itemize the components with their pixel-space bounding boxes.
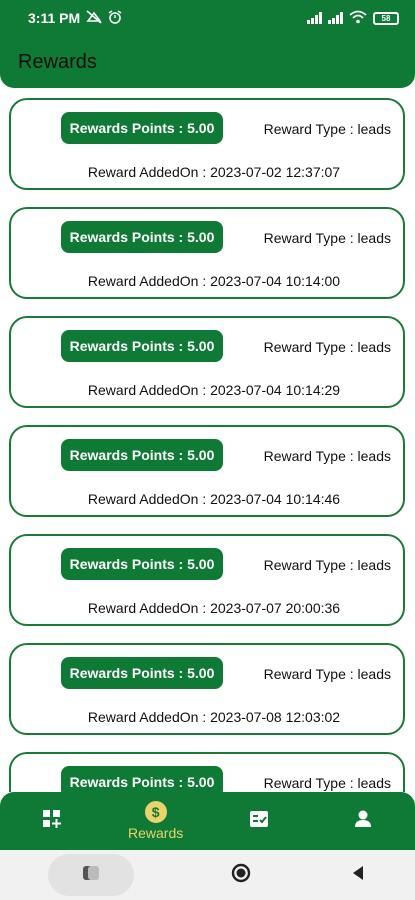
reward-added-on: Reward AddedOn : 2023-07-08 12:03:02 [87, 709, 341, 725]
battery-icon: 58 [373, 11, 399, 25]
reward-added-on: Reward AddedOn : 2023-07-04 10:14:00 [87, 273, 341, 289]
reward-points-badge: Rewards Points : 5.00 [61, 657, 223, 689]
signal-icon [307, 12, 322, 24]
reward-added-on: Reward AddedOn : 2023-07-02 12:37:07 [87, 164, 341, 180]
recent-apps-button[interactable] [48, 854, 135, 896]
recent-apps-icon [81, 864, 101, 887]
no-disturb-icon [86, 9, 102, 27]
status-time: 3:11 PM [28, 10, 81, 26]
reward-added-on: Reward AddedOn : 2023-07-07 20:00:36 [87, 600, 341, 616]
nav-label-rewards: Rewards [128, 825, 184, 841]
alarm-icon [108, 9, 122, 27]
reward-added-on: Reward AddedOn : 2023-07-04 10:14:29 [87, 382, 341, 398]
reward-card[interactable]: Rewards Points : 5.00 Reward Type : lead… [9, 752, 405, 792]
reward-added-on: Reward AddedOn : 2023-07-04 10:14:46 [87, 491, 341, 507]
reward-points-badge: Rewards Points : 5.00 [61, 766, 223, 792]
status-left: 3:11 PM [28, 9, 122, 27]
bottom-nav: $ Rewards [0, 792, 415, 850]
reward-card[interactable]: Rewards Points : 5.00 Reward Type : lead… [9, 207, 405, 299]
reward-card[interactable]: Rewards Points : 5.00 Reward Type : lead… [9, 425, 405, 517]
nav-item-profile[interactable] [313, 792, 413, 850]
reward-type: Reward Type : leads [263, 666, 391, 682]
page-title: Rewards [18, 50, 97, 73]
reward-points-badge: Rewards Points : 5.00 [61, 221, 223, 253]
home-button[interactable] [230, 862, 252, 889]
nav-item-checklist[interactable] [209, 792, 309, 850]
reward-card[interactable]: Rewards Points : 5.00 Reward Type : lead… [9, 316, 405, 408]
reward-type: Reward Type : leads [263, 121, 391, 137]
profile-icon [352, 808, 374, 835]
app-bar: Rewards [0, 36, 415, 88]
reward-type: Reward Type : leads [263, 339, 391, 355]
reward-points-badge: Rewards Points : 5.00 [61, 330, 223, 362]
reward-type: Reward Type : leads [263, 448, 391, 464]
reward-card[interactable]: Rewards Points : 5.00 Reward Type : lead… [9, 643, 405, 735]
reward-type: Reward Type : leads [263, 557, 391, 573]
reward-card[interactable]: Rewards Points : 5.00 Reward Type : lead… [9, 534, 405, 626]
home-icon [230, 863, 252, 888]
reward-points-badge: Rewards Points : 5.00 [61, 548, 223, 580]
wifi-icon [349, 10, 367, 27]
reward-type: Reward Type : leads [263, 230, 391, 246]
dashboard-add-icon [41, 808, 63, 835]
checklist-icon [248, 808, 270, 835]
nav-item-rewards[interactable]: $ Rewards [106, 792, 206, 850]
reward-points-badge: Rewards Points : 5.00 [61, 439, 223, 471]
rewards-list[interactable]: Rewards Points : 5.00 Reward Type : lead… [0, 88, 415, 792]
back-icon [349, 865, 367, 886]
reward-type: Reward Type : leads [263, 775, 391, 791]
nav-item-dashboard[interactable] [2, 792, 102, 850]
back-button[interactable] [349, 864, 367, 887]
signal-icon [328, 12, 343, 24]
reward-points-badge: Rewards Points : 5.00 [61, 112, 223, 144]
reward-card[interactable]: Rewards Points : 5.00 Reward Type : lead… [9, 98, 405, 190]
dollar-coin-icon: $ [144, 801, 167, 823]
system-nav-bar [0, 850, 415, 900]
status-bar: 3:11 PM 58 [0, 0, 415, 36]
status-right: 58 [307, 10, 399, 27]
